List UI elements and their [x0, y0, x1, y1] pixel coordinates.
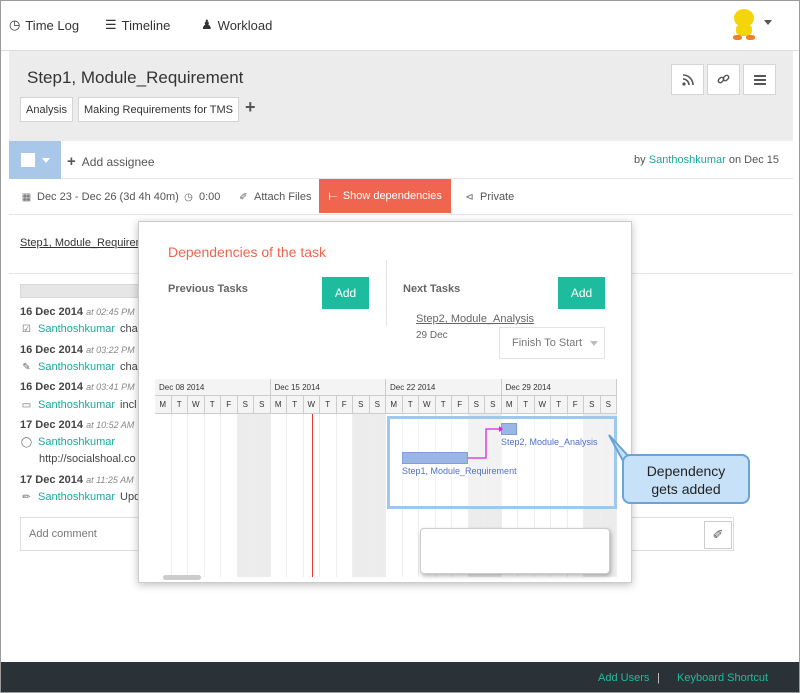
- activity-text[interactable]: http://socialshoal.co: [39, 453, 136, 465]
- nav-timeline[interactable]: ☰ Timeline: [105, 17, 170, 33]
- privacy-label: Private: [480, 191, 515, 203]
- chevron-down-icon: [590, 340, 599, 346]
- privacy-toggle[interactable]: ⊲ Private: [463, 191, 514, 203]
- task-actions-row: ▦ Dec 23 - Dec 26 (3d 4h 40m) ◷ 0:00 ✐ A…: [9, 179, 793, 215]
- paperclip-icon: ✐: [712, 527, 724, 542]
- user-icon: ♟: [201, 17, 213, 32]
- callout-line-2: gets added: [651, 481, 721, 497]
- next-task-link[interactable]: Step2, Module_Analysis: [416, 313, 534, 325]
- divider: [386, 260, 387, 326]
- add-users-link[interactable]: Add Users: [598, 672, 649, 684]
- activity-date: 16 Dec 2014 at 03:41 PM: [20, 381, 135, 393]
- sliders-icon: ☰: [105, 17, 117, 32]
- page-title: Step1, Module_Requirement: [27, 68, 244, 87]
- link-button[interactable]: [707, 64, 740, 95]
- activity-user[interactable]: Santhoshkumar: [38, 361, 115, 373]
- nav-workload[interactable]: ♟ Workload: [201, 17, 272, 33]
- status-checkbox-dropdown[interactable]: [9, 141, 61, 179]
- edit-icon: ✎: [22, 361, 31, 373]
- app-window: ◷ Time Log ☰ Timeline ♟ Workload Step1, …: [0, 0, 800, 693]
- keyboard-shortcut-link[interactable]: Keyboard Shortcut: [677, 672, 768, 684]
- nav-workload-label: Workload: [217, 17, 273, 33]
- dependency-icon: ⊢: [328, 190, 338, 203]
- rss-icon: [681, 73, 694, 86]
- hamburger-icon: [753, 74, 766, 85]
- tooltip-panel: [420, 528, 610, 574]
- horizontal-scrollbar[interactable]: [163, 575, 201, 580]
- link-type-select[interactable]: Finish To Start: [499, 327, 605, 359]
- add-previous-task-button[interactable]: Add: [322, 277, 369, 309]
- next-tasks-label: Next Tasks: [403, 283, 461, 295]
- activity-text: cha: [120, 361, 138, 373]
- show-dependencies-button[interactable]: ⊢ Show dependencies: [319, 179, 451, 213]
- menu-button[interactable]: [743, 64, 776, 95]
- activity-user[interactable]: Santhoshkumar: [38, 436, 115, 448]
- progress-strip: [20, 284, 140, 298]
- activity-date: 17 Dec 2014 at 11:25 AM: [20, 474, 134, 486]
- created-by: by Santhoshkumar on Dec 15: [634, 154, 779, 166]
- next-task-date: 29 Dec: [416, 330, 448, 341]
- chevron-down-icon[interactable]: [764, 20, 772, 25]
- share-icon: ⊲: [465, 191, 474, 203]
- avatar[interactable]: [728, 7, 760, 43]
- callout-line-1: Dependency: [646, 463, 726, 479]
- plus-icon: +: [67, 153, 76, 170]
- paperclip-icon: ✐: [239, 191, 248, 203]
- activity-date: 16 Dec 2014 at 03:22 PM: [20, 344, 135, 356]
- chevron-down-icon: [42, 158, 50, 163]
- time-value: 0:00: [199, 191, 221, 203]
- nav-timelog-label: Time Log: [25, 17, 80, 33]
- checkbox-icon: ☑: [22, 323, 31, 335]
- nav-timeline-label: Timeline: [121, 17, 171, 33]
- tag-analysis[interactable]: Analysis: [20, 97, 73, 122]
- show-dependencies-label: Show dependencies: [342, 190, 442, 202]
- link-icon: [717, 74, 730, 84]
- creator-link[interactable]: Santhoshkumar: [649, 154, 726, 166]
- activity-text: cha: [120, 323, 138, 335]
- activity-user[interactable]: Santhoshkumar: [38, 323, 115, 335]
- calendar-icon: ▦: [21, 191, 32, 203]
- activity-date: 16 Dec 2014 at 02:45 PM: [20, 306, 135, 318]
- checkbox[interactable]: [21, 153, 35, 167]
- by-label: by: [634, 154, 646, 166]
- task-link[interactable]: Step1, Module_Requirem: [20, 237, 145, 249]
- tag-making-requirements[interactable]: Making Requirements for TMS: [78, 97, 239, 122]
- comment-placeholder: Add comment: [29, 528, 97, 540]
- footer: Add Users | Keyboard Shortcut: [1, 662, 799, 692]
- add-assignee-label: Add assignee: [81, 154, 155, 169]
- pencil-icon: ✏: [22, 491, 31, 503]
- clock-icon: ◷: [9, 17, 21, 32]
- date-range[interactable]: ▦ Dec 23 - Dec 26 (3d 4h 40m): [20, 191, 179, 203]
- footer-separator: |: [657, 672, 660, 684]
- activity-item: ✎ Santhoshkumar cha: [20, 361, 138, 373]
- activity-item: ✏ Santhoshkumar Upd: [20, 491, 140, 503]
- previous-tasks-label: Previous Tasks: [168, 283, 248, 295]
- attach-comment-button[interactable]: ✐: [704, 521, 732, 549]
- date-range-label: Dec 23 - Dec 26 (3d 4h 40m): [37, 191, 179, 203]
- top-nav: ◷ Time Log ☰ Timeline ♟ Workload: [1, 1, 799, 51]
- activity-date: 17 Dec 2014 at 10:52 AM: [20, 419, 135, 431]
- add-assignee-button[interactable]: + Add assignee: [67, 153, 155, 170]
- add-next-task-button[interactable]: Add: [558, 277, 605, 309]
- time-tracker[interactable]: ◷ 0:00: [182, 191, 220, 203]
- clock-icon: ◷: [184, 191, 193, 203]
- folder-icon: ▭: [21, 399, 32, 411]
- add-tag-button[interactable]: +: [245, 97, 256, 118]
- assignee-row: + Add assignee by Santhoshkumar on Dec 1…: [9, 141, 793, 179]
- activity-item: ▭ Santhoshkumar incl: [20, 399, 137, 411]
- nav-timelog[interactable]: ◷ Time Log: [9, 17, 79, 33]
- attach-files-label: Attach Files: [254, 191, 312, 203]
- link-type-value: Finish To Start: [512, 337, 583, 349]
- activity-user[interactable]: Santhoshkumar: [38, 491, 115, 503]
- activity-user[interactable]: Santhoshkumar: [38, 399, 115, 411]
- activity-item: ◯ Santhoshkumar: [20, 436, 115, 448]
- activity-item: ☑ Santhoshkumar cha: [20, 323, 138, 335]
- rss-button[interactable]: [671, 64, 704, 95]
- attach-files-button[interactable]: ✐ Attach Files: [237, 191, 311, 203]
- activity-text: incl: [120, 399, 137, 411]
- comment-icon: ◯: [20, 436, 33, 448]
- created-date: on Dec 15: [728, 154, 779, 166]
- popup-title: Dependencies of the task: [168, 244, 326, 260]
- dependency-callout: Dependency gets added: [622, 454, 750, 504]
